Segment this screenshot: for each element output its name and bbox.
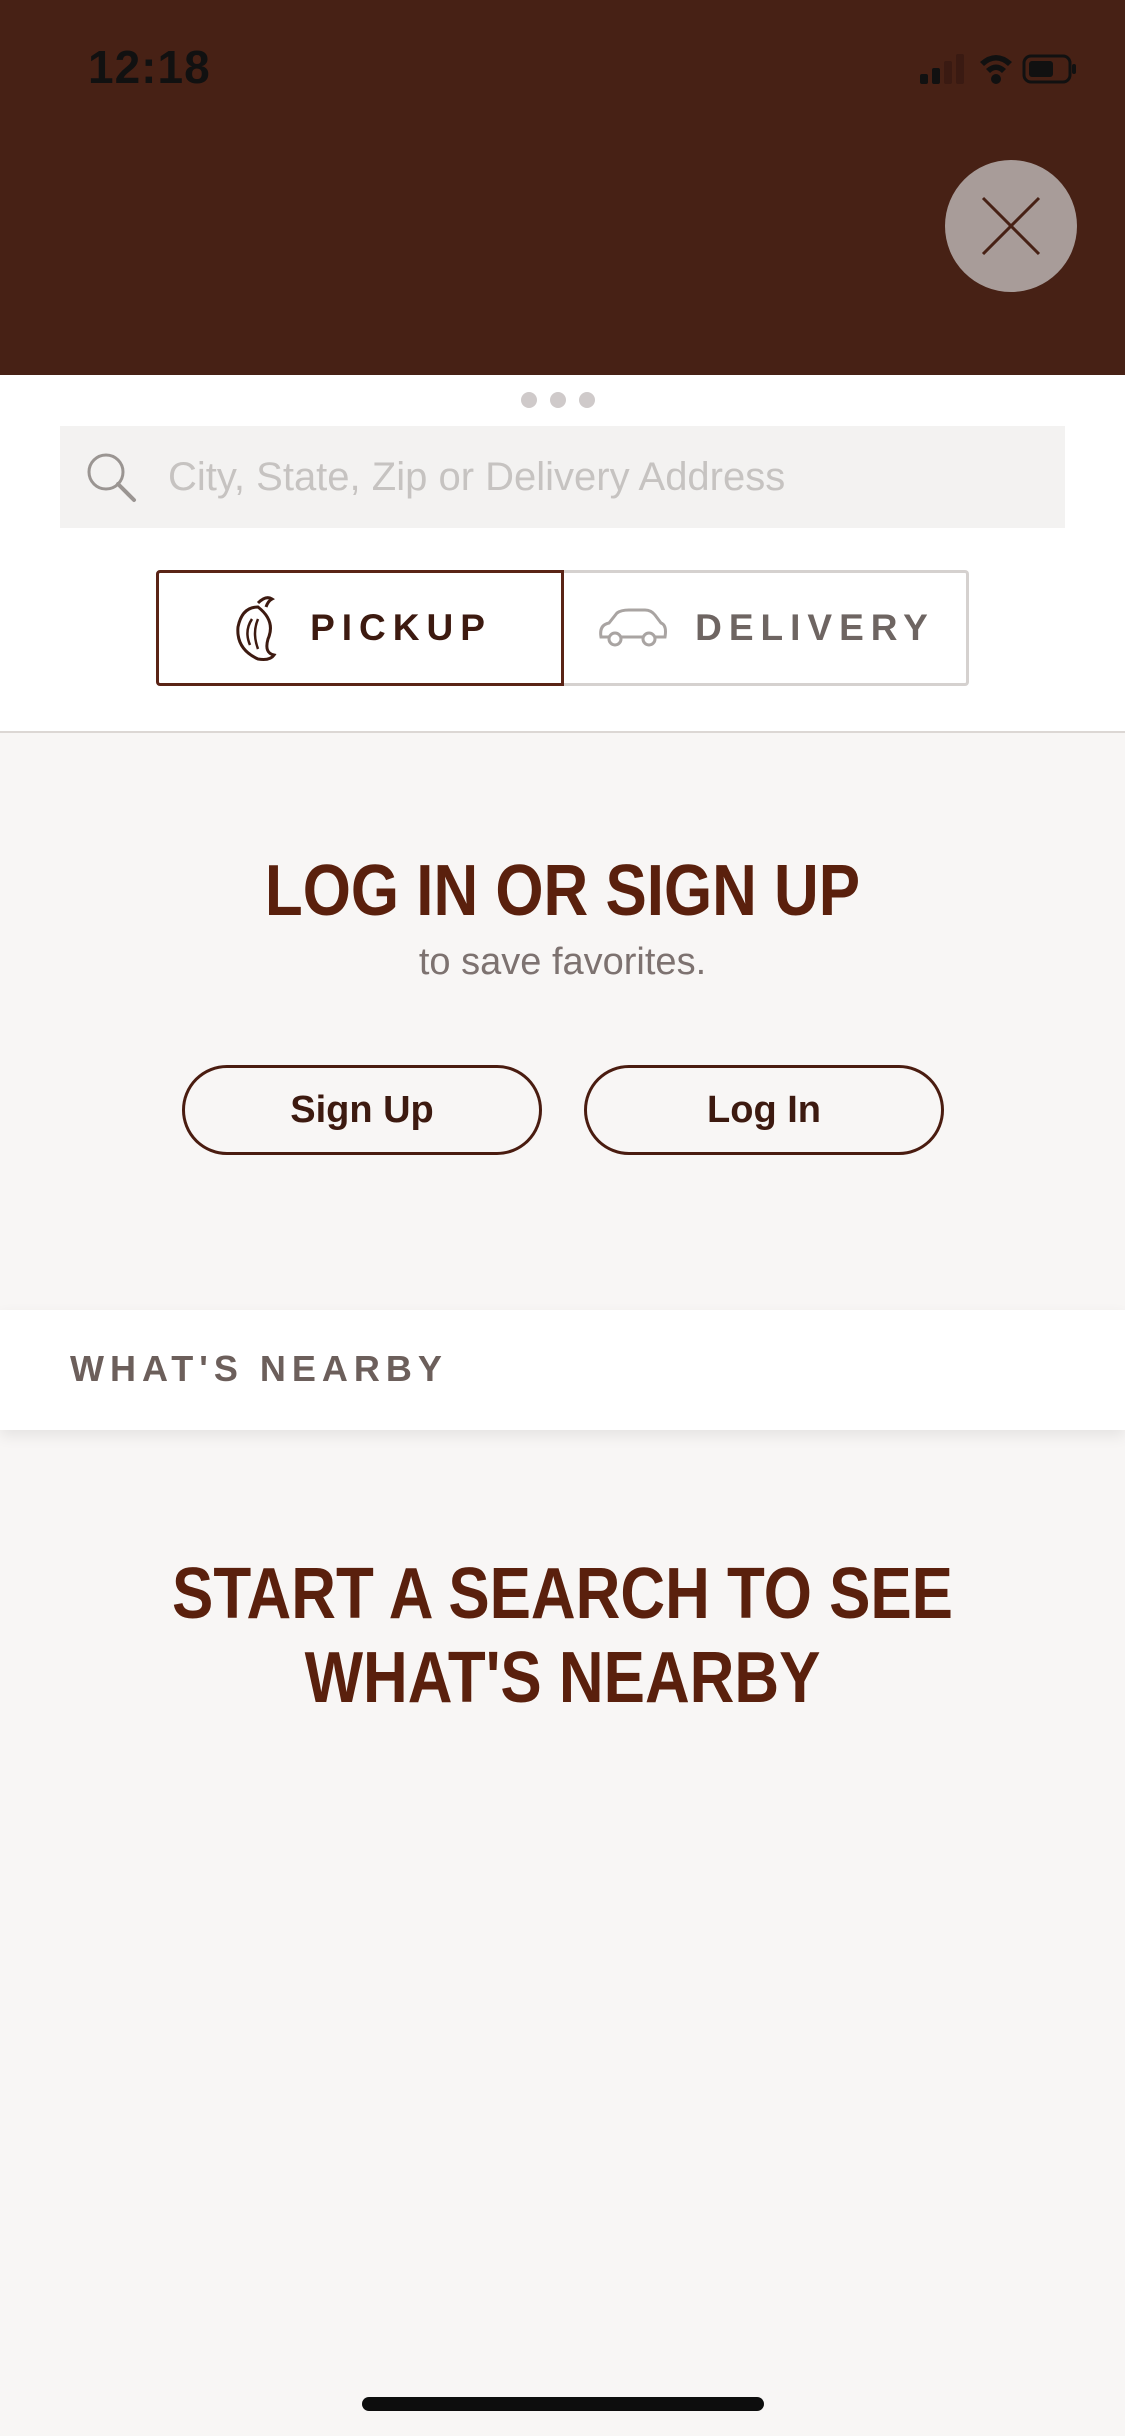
sheet-drag-handle[interactable] [521,392,595,408]
delivery-button[interactable]: DELIVERY [564,570,969,686]
handle-dot [579,392,595,408]
search-input[interactable] [168,426,1048,528]
login-title: LOG IN OR SIGN UP [264,851,861,931]
log-in-button[interactable]: Log In [584,1065,944,1155]
login-prompt: LOG IN OR SIGN UP to save favorites. Sig… [0,733,1125,1308]
nearby-header-label: WHAT'S NEARBY [70,1348,448,1389]
login-subtitle: to save favorites. [418,941,707,983]
wifi-icon [980,55,1012,84]
handle-dot [521,392,537,408]
empty-state-line-1: START A SEARCH TO SEE [172,1554,953,1634]
header-bar: 12:18 [0,0,1125,375]
nearby-header: WHAT'S NEARBY [0,1310,1125,1430]
handle-dot [550,392,566,408]
home-indicator[interactable] [362,2397,764,2411]
close-button[interactable] [945,160,1077,292]
order-type-toggle: PICKUP DELIVERY [156,570,969,686]
status-icons [920,54,1076,84]
search-icon [87,453,136,502]
pepper-icon [236,596,277,661]
empty-state-line-2: WHAT'S NEARBY [304,1638,821,1718]
status-time: 12:18 [88,41,211,93]
sign-up-button[interactable]: Sign Up [182,1065,542,1155]
delivery-label: DELIVERY [695,607,935,648]
pickup-label: PICKUP [310,607,492,648]
battery-icon [1022,54,1076,84]
search-bar[interactable] [60,426,1065,528]
nearby-empty-state: START A SEARCH TO SEE WHAT'S NEARBY [79,1552,1047,1720]
pickup-button[interactable]: PICKUP [156,570,564,686]
cellular-signal-icon [920,54,964,84]
close-icon [981,196,1041,256]
car-icon [599,608,668,647]
